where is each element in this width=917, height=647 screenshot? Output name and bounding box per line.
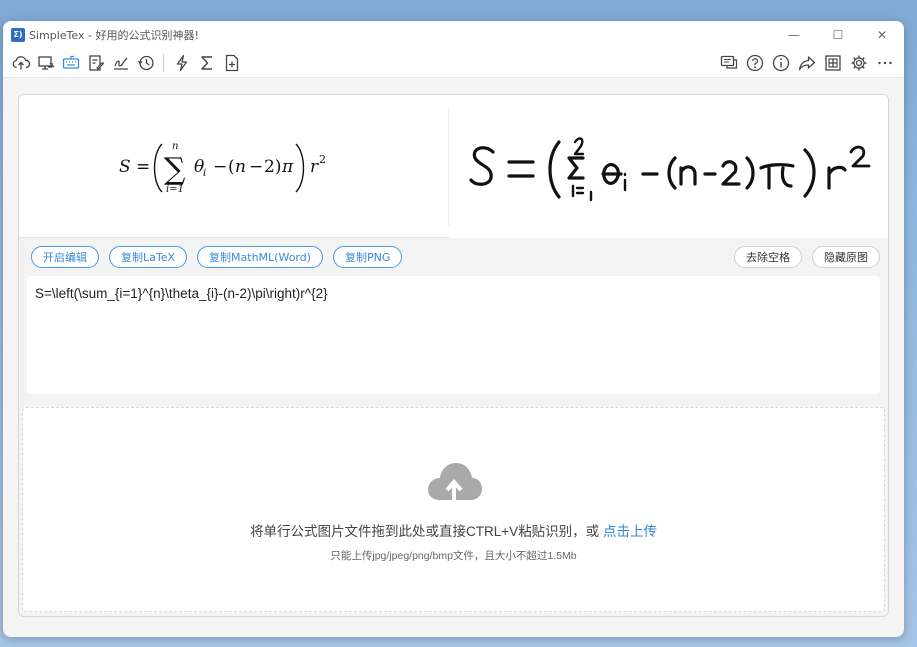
keyboard-icon[interactable] xyxy=(60,52,82,74)
handwritten-formula-image xyxy=(468,136,870,201)
copy-png-button[interactable]: 复制PNG xyxy=(333,246,403,268)
hide-original-button[interactable]: 隐藏原图 xyxy=(812,246,880,268)
share-icon[interactable] xyxy=(796,52,818,74)
sigma-icon[interactable] xyxy=(196,52,218,74)
app-logo-icon: Σ) xyxy=(11,27,25,42)
action-bar: 开启编辑 复制LaTeX 复制MathML(Word) 复制PNG 去除空格 隐… xyxy=(19,238,888,276)
help-icon[interactable] xyxy=(744,52,766,74)
svg-text:i: i xyxy=(203,168,206,179)
drop-main-text: 将单行公式图片文件拖到此处或直接CTRL+V粘贴识别，或 xyxy=(250,524,603,539)
svg-text:∑: ∑ xyxy=(164,152,186,187)
svg-text:2: 2 xyxy=(319,153,326,166)
minimize-button[interactable]: — xyxy=(772,21,816,48)
rendered-formula: S = n ∑ i=1 θ i − ( n − 2) π r 2 xyxy=(19,107,449,226)
screen-capture-icon[interactable] xyxy=(35,52,57,74)
main-panel: S = n ∑ i=1 θ i − ( n − 2) π r 2 开启编辑 复制… xyxy=(18,94,889,617)
toolbar xyxy=(3,48,904,78)
window-controls: — ☐ ✕ xyxy=(772,21,904,48)
drop-instructions: 将单行公式图片文件拖到此处或直接CTRL+V粘贴识别，或 点击上传 xyxy=(250,520,657,540)
svg-text:=: = xyxy=(136,157,150,177)
info-icon[interactable] xyxy=(770,52,792,74)
svg-text:r: r xyxy=(310,157,319,177)
lightning-icon[interactable] xyxy=(171,52,193,74)
svg-text:(: ( xyxy=(228,157,235,177)
title-bar: Σ) SimpleTex - 好用的公式识别神器! — ☐ ✕ xyxy=(3,21,904,48)
click-upload-link[interactable]: 点击上传 xyxy=(603,524,657,539)
cloud-upload-icon[interactable] xyxy=(10,52,32,74)
svg-text:π: π xyxy=(281,157,294,177)
formula-preview: S = n ∑ i=1 θ i − ( n − 2) π r 2 xyxy=(19,95,888,238)
copy-mathml-button[interactable]: 复制MathML(Word) xyxy=(197,246,324,268)
feedback-icon[interactable] xyxy=(718,52,740,74)
svg-text:2): 2) xyxy=(264,157,281,177)
layout-icon[interactable] xyxy=(822,52,844,74)
close-button[interactable]: ✕ xyxy=(860,21,904,48)
remove-spaces-button[interactable]: 去除空格 xyxy=(734,246,802,268)
action-bar-right: 去除空格 隐藏原图 xyxy=(734,246,880,268)
new-doc-icon[interactable] xyxy=(221,52,243,74)
original-image xyxy=(449,95,888,238)
svg-text:i=1: i=1 xyxy=(166,184,184,195)
svg-text:n: n xyxy=(172,141,178,152)
handwrite-icon[interactable] xyxy=(85,52,107,74)
sign-icon[interactable] xyxy=(110,52,132,74)
svg-text:−: − xyxy=(249,157,263,177)
file-constraints: 只能上传jpg/jpeg/png/bmp文件，且大小不超过1.5Mb xyxy=(330,550,577,562)
toolbar-separator xyxy=(163,53,164,72)
rendered-formula-image: S = n ∑ i=1 θ i − ( n − 2) π r 2 xyxy=(119,141,326,195)
window-title: SimpleTex - 好用的公式识别神器! xyxy=(29,28,199,42)
svg-text:S: S xyxy=(119,157,131,177)
upload-drop-zone[interactable]: 将单行公式图片文件拖到此处或直接CTRL+V粘贴识别，或 点击上传 只能上传jp… xyxy=(22,407,885,612)
app-window: Σ) SimpleTex - 好用的公式识别神器! — ☐ ✕ S = n ∑ … xyxy=(3,21,904,637)
maximize-button[interactable]: ☐ xyxy=(816,21,860,48)
svg-text:−: − xyxy=(213,157,227,177)
settings-icon[interactable] xyxy=(848,52,870,74)
history-icon[interactable] xyxy=(135,52,157,74)
more-icon[interactable] xyxy=(874,52,896,74)
svg-text:n: n xyxy=(235,157,246,177)
cloud-upload-icon xyxy=(426,460,482,508)
latex-output[interactable]: S=\left(\sum_{i=1}^{n}\theta_{i}-(n-2)\p… xyxy=(27,276,880,394)
copy-latex-button[interactable]: 复制LaTeX xyxy=(109,246,188,268)
toolbar-right xyxy=(716,52,898,74)
edit-button[interactable]: 开启编辑 xyxy=(31,246,99,268)
